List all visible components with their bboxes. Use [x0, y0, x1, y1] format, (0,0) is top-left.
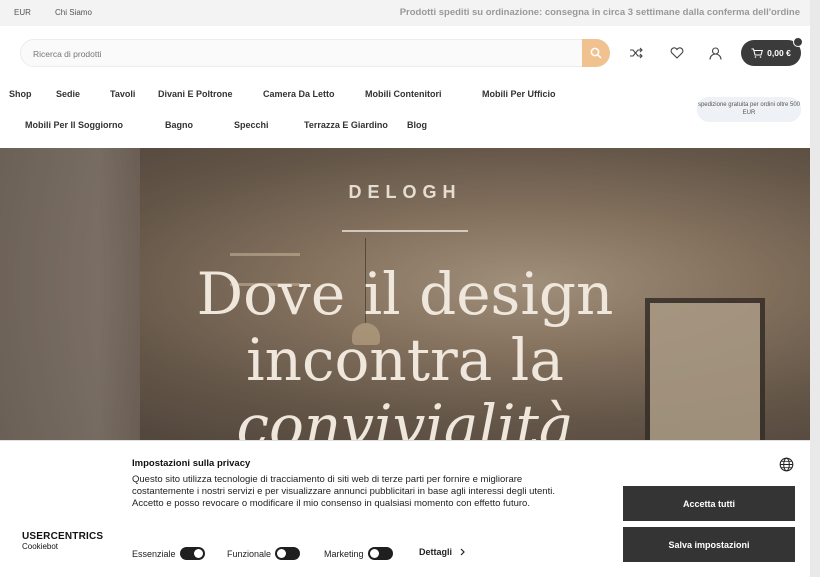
cart-button[interactable]: 0,00 €	[741, 37, 803, 66]
nav-item-specchi[interactable]: Specchi	[234, 120, 269, 130]
nav-item-divani[interactable]: Divani E Poltrone	[158, 89, 233, 99]
details-label: Dettagli	[419, 547, 453, 557]
nav-item-blog[interactable]: Blog	[407, 120, 427, 130]
logo-main: USERCENTRICS	[22, 531, 104, 542]
compare-icon[interactable]	[628, 45, 644, 61]
toggle-marketing: Marketing	[324, 547, 393, 560]
search-icon	[590, 47, 602, 59]
toggle-label: Marketing	[324, 548, 364, 559]
toggle-essential: Essenziale	[132, 547, 205, 560]
logo-sub: Cookiebot	[22, 542, 59, 551]
page: EUR Chi Siamo Prodotti spediti su ordina…	[0, 0, 810, 577]
hero-banner: DELOGH Dove il design incontra la conviv…	[0, 148, 810, 448]
hero-headline-line: incontra la	[246, 326, 564, 394]
user-icon[interactable]	[707, 45, 723, 61]
nav-item-camera[interactable]: Camera Da Letto	[263, 89, 335, 99]
nav-item-ufficio[interactable]: Mobili Per Ufficio	[482, 89, 556, 99]
toggle-label: Funzionale	[227, 548, 272, 559]
accept-all-button[interactable]: Accetta tutti	[623, 486, 795, 521]
nav-item-contenitori[interactable]: Mobili Contenitori	[365, 89, 442, 99]
search-bar	[20, 39, 610, 67]
toggle-switch-marketing[interactable]	[367, 547, 393, 560]
top-bar: EUR Chi Siamo Prodotti spediti su ordina…	[0, 0, 810, 26]
hero-headline-line: Dove il design	[196, 260, 614, 328]
toggle-label: Essenziale	[132, 548, 176, 559]
toggle-switch-essential[interactable]	[179, 547, 205, 560]
toggle-switch-functional[interactable]	[275, 547, 301, 560]
cookie-text: Questo sito utilizza tecnologie di tracc…	[132, 474, 555, 509]
brand-divider	[342, 230, 468, 232]
nav-item-bagno[interactable]: Bagno	[165, 120, 193, 130]
toggle-functional: Funzionale	[227, 547, 301, 560]
chevron-right-icon	[460, 548, 465, 556]
globe-icon[interactable]	[779, 457, 794, 472]
cookie-consent-banner: USERCENTRICS Cookiebot Impostazioni sull…	[0, 440, 810, 577]
about-link[interactable]: Chi Siamo	[55, 8, 92, 17]
nav-item-shop[interactable]: Shop	[9, 89, 32, 99]
free-shipping-badge: spedizione gratuita per ordini oltre 500…	[697, 97, 801, 122]
cart-icon	[751, 48, 764, 58]
usercentrics-logo: USERCENTRICS Cookiebot	[22, 532, 103, 552]
heart-icon[interactable]	[669, 45, 685, 61]
search-input[interactable]	[33, 46, 573, 62]
hero-headline: Dove il design incontra la convivialità	[0, 261, 810, 448]
brand-logo: DELOGH	[348, 182, 462, 202]
nav-item-soggiorno[interactable]: Mobili Per Il Soggiorno	[25, 120, 123, 130]
shipping-notice: Prodotti spediti su ordinazione: consegn…	[399, 7, 800, 18]
cart-badge	[793, 37, 803, 47]
save-settings-button[interactable]: Salva impostazioni	[623, 527, 795, 562]
nav-item-tavoli[interactable]: Tavoli	[110, 89, 135, 99]
nav-item-sedie[interactable]: Sedie	[56, 89, 80, 99]
nav-item-terrazza[interactable]: Terrazza E Giardino	[304, 120, 388, 130]
page-scrollbar[interactable]	[810, 0, 820, 577]
cart-total: 0,00 €	[767, 48, 791, 58]
search-button[interactable]	[582, 39, 610, 67]
site-header: 0,00 € Shop Sedie Tavoli Divani E Poltro…	[0, 26, 810, 148]
cookie-title: Impostazioni sulla privacy	[132, 458, 251, 469]
details-link[interactable]: Dettagli	[419, 547, 468, 557]
currency-selector[interactable]: EUR	[14, 8, 31, 17]
